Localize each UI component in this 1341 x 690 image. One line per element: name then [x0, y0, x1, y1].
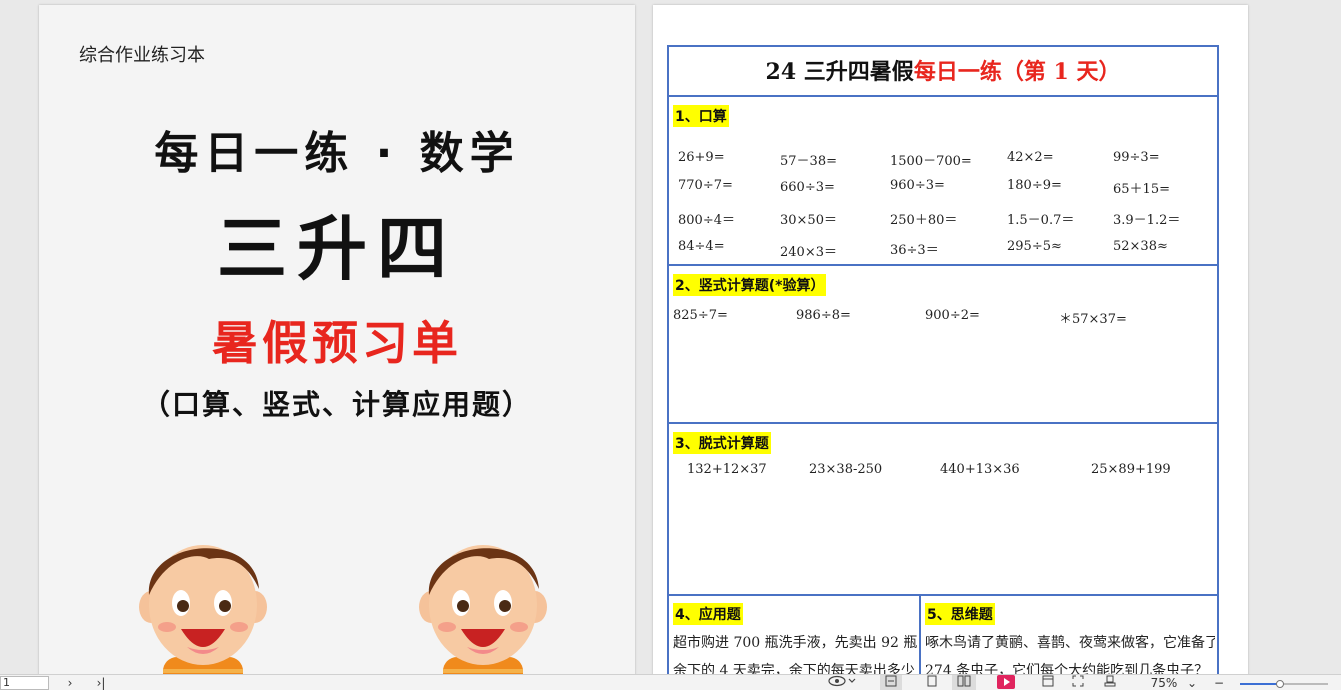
- section-heading: 5、思维题: [925, 603, 995, 625]
- thinking-problem-text: 啄木鸟请了黄鹂、喜鹊、夜莺来做客，它准备了 274 条虫子，它们每个大约能吃到几…: [925, 629, 1215, 677]
- problem-item: 295÷5≈: [1007, 239, 1062, 254]
- problem-item: 52×38≈: [1113, 239, 1168, 254]
- text-line: 超市购进 700 瓶洗手液，先卖出 92 瓶，: [673, 635, 917, 651]
- problem-item: 36÷3＝: [890, 243, 939, 258]
- problem-item: 825÷7=: [673, 308, 728, 323]
- section-mental-math: 1、口算 26+9= 57－38= 1500－700= 42×2= 99÷3= …: [669, 97, 1217, 266]
- zoom-slider-handle[interactable]: [1276, 680, 1284, 688]
- problem-item: ＊57×37=: [1059, 312, 1127, 327]
- zoom-slider[interactable]: [1240, 680, 1328, 688]
- cover-subtitle: 综合作业练习本: [79, 45, 205, 66]
- cover-title-line1: 每日一练 · 数学: [154, 128, 520, 179]
- last-page-icon[interactable]: ›|: [92, 675, 110, 690]
- web-layout-icon[interactable]: [1038, 675, 1058, 690]
- problem-item: 1.5－0.7＝: [1007, 213, 1075, 228]
- problem-item: 1500－700=: [890, 154, 972, 169]
- problem-item: 660÷3=: [780, 180, 835, 195]
- zoom-level-dropdown[interactable]: 75%: [1146, 675, 1182, 690]
- two-page-view-icon[interactable]: [952, 675, 976, 690]
- play-slideshow-icon[interactable]: [996, 675, 1016, 690]
- problem-item: 30×50＝: [780, 213, 837, 228]
- problem-item: 65＋15=: [1113, 182, 1170, 197]
- section-step-calc: 3、脱式计算题 132+12×37 23×38-250 440+13×36 25…: [669, 424, 1217, 596]
- page-number-input[interactable]: 1: [0, 676, 49, 690]
- problem-item: 800÷4＝: [678, 213, 735, 228]
- section-heading: 2、竖式计算题(*验算）: [673, 274, 827, 296]
- cover-title-line4: （口算、竖式、计算应用题）: [141, 388, 532, 421]
- next-page-icon[interactable]: ›: [62, 675, 78, 690]
- section-heading: 1、口算: [673, 105, 729, 127]
- chevron-down-icon[interactable]: ⌄: [1186, 675, 1198, 690]
- status-bar: 1 › ›| 75% ⌄ −: [0, 674, 1341, 690]
- problem-item: 960÷3=: [890, 178, 945, 193]
- problem-item: 440+13×36: [940, 462, 1020, 477]
- section-heading: 4、应用题: [673, 603, 743, 625]
- worksheet-title-day: 每日一练（第 1 天）: [913, 59, 1121, 85]
- problem-item: 770÷7=: [678, 178, 733, 193]
- cover-title-line2: 三升四: [217, 208, 457, 290]
- zoom-out-icon[interactable]: −: [1212, 675, 1226, 690]
- problem-item: 3.9－1.2＝: [1113, 213, 1181, 228]
- cover-page: 综合作业练习本 每日一练 · 数学 三升四 暑假预习单 （口算、竖式、计算应用题…: [39, 5, 635, 677]
- problem-item: 42×2=: [1007, 150, 1054, 165]
- problem-item: 84÷4=: [678, 239, 725, 254]
- problem-item: 986÷8=: [796, 308, 851, 323]
- stamp-icon[interactable]: [1100, 675, 1120, 690]
- problem-item: 26+9=: [678, 150, 725, 165]
- problem-item: 250＋80＝: [890, 213, 958, 228]
- worksheet-title: 24 三升四暑假每日一练（第 1 天）: [669, 47, 1217, 97]
- problem-item: 900÷2=: [925, 308, 980, 323]
- page-view-icon[interactable]: [922, 675, 942, 690]
- worksheet-frame: 24 三升四暑假每日一练（第 1 天） 1、口算 26+9= 57－38= 15…: [667, 45, 1219, 677]
- cartoon-boy-illustration: [139, 545, 267, 677]
- single-page-view-icon[interactable]: [880, 675, 902, 690]
- zoom-slider-fill: [1240, 683, 1280, 685]
- problem-item: 23×38-250: [809, 462, 883, 477]
- section-heading: 3、脱式计算题: [673, 432, 771, 454]
- cover-title-line3: 暑假预习单: [212, 316, 462, 370]
- section-word-problems: 4、应用题 超市购进 700 瓶洗手液，先卖出 92 瓶， 余下的 4 天卖完，…: [669, 596, 1217, 677]
- problem-item: 240×3＝: [780, 245, 837, 260]
- worksheet-page: 24 三升四暑假每日一练（第 1 天） 1、口算 26+9= 57－38= 15…: [653, 5, 1248, 677]
- fit-page-icon[interactable]: [1068, 675, 1088, 690]
- problem-item: 99÷3=: [1113, 150, 1160, 165]
- problem-item: 25×89+199: [1091, 462, 1171, 477]
- eye-view-icon[interactable]: [826, 675, 858, 690]
- problem-item: 132+12×37: [687, 462, 767, 477]
- word-problem-text: 超市购进 700 瓶洗手液，先卖出 92 瓶， 余下的 4 天卖完，余下的每天卖…: [673, 629, 917, 677]
- problem-item: 57－38=: [780, 154, 837, 169]
- worksheet-title-prefix: 24 三升四暑假: [765, 59, 914, 85]
- section-vertical-calc: 2、竖式计算题(*验算） 825÷7= 986÷8= 900÷2= ＊57×37…: [669, 266, 1217, 424]
- column-divider: [919, 596, 921, 677]
- cartoon-boy-illustration: [419, 545, 547, 677]
- text-line: 啄木鸟请了黄鹂、喜鹊、夜莺来做客，它准备了: [925, 635, 1215, 651]
- problem-item: 180÷9=: [1007, 178, 1062, 193]
